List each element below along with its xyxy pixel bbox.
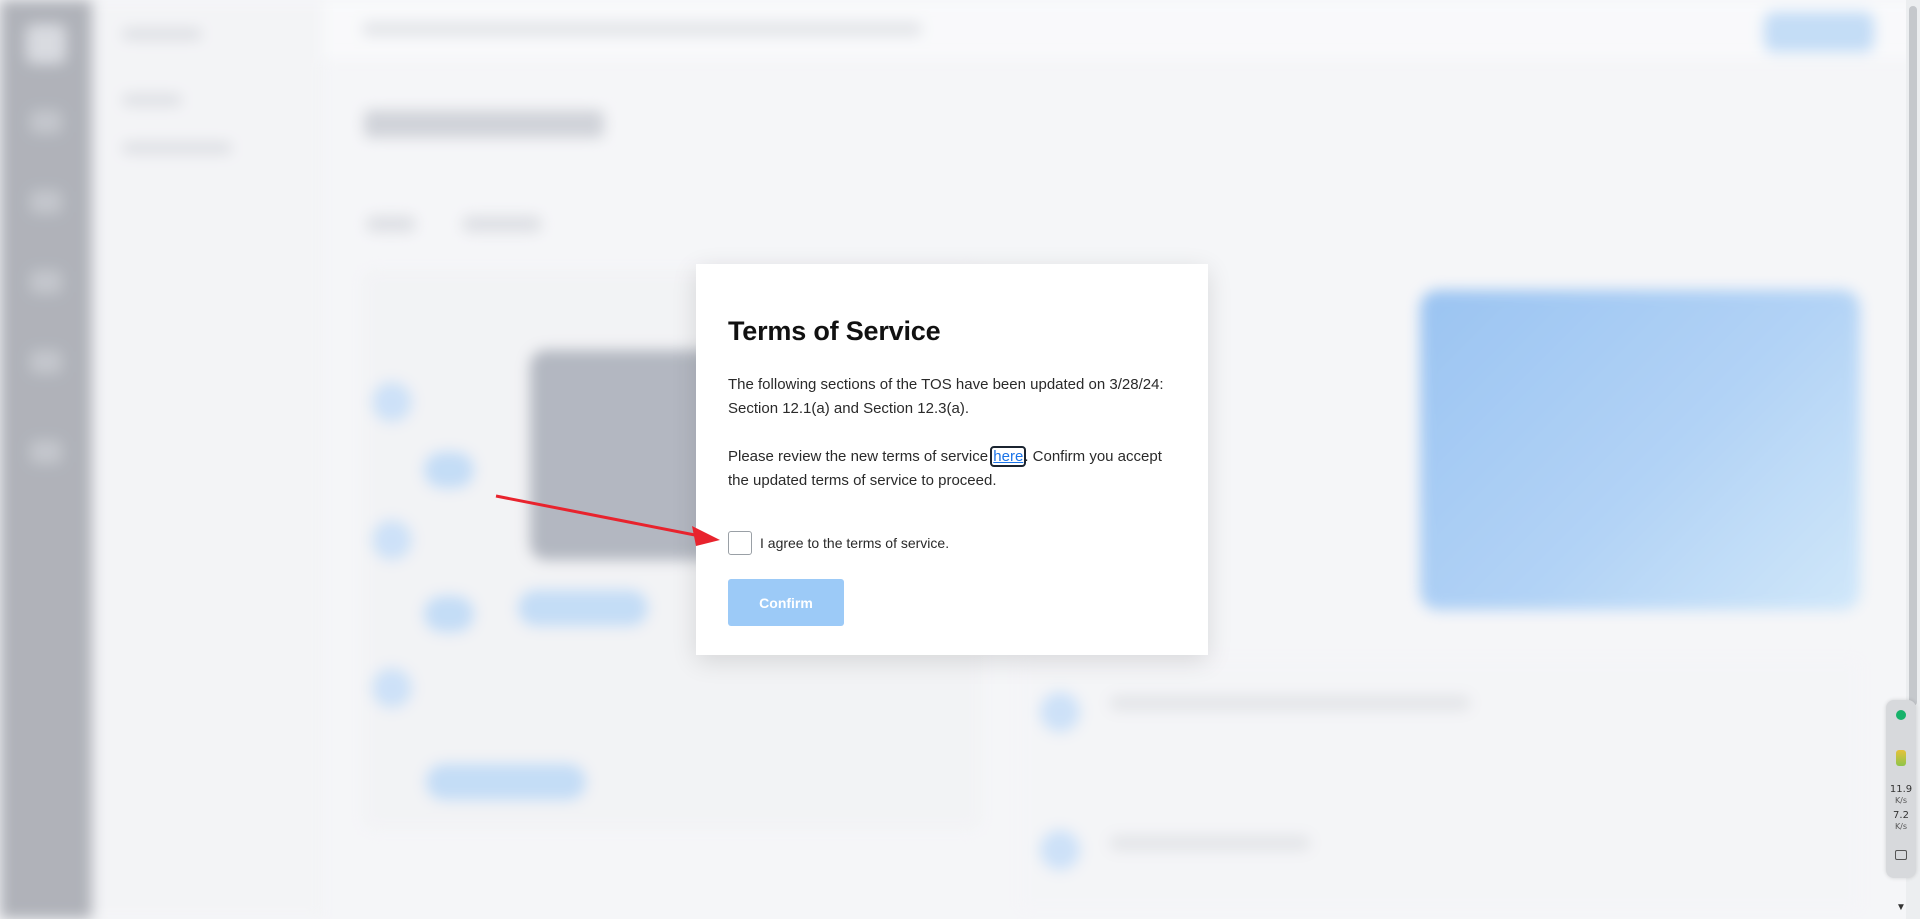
tos-update-notice: The following sections of the TOS have b… <box>728 376 1164 417</box>
agree-row: I agree to the terms of service. <box>728 531 1176 555</box>
scrollbar-thumb[interactable] <box>1909 6 1917 706</box>
terms-of-service-modal: Terms of Service The following sections … <box>696 264 1208 655</box>
camera-icon[interactable] <box>1895 850 1907 860</box>
agree-checkbox[interactable] <box>728 531 752 555</box>
agree-label: I agree to the terms of service. <box>760 535 950 551</box>
upload-unit: K/s <box>1894 796 1908 805</box>
modal-title: Terms of Service <box>728 316 941 346</box>
upload-speed: 11.9 <box>1889 784 1913 795</box>
download-speed: 7.2 <box>1893 810 1909 821</box>
system-monitor-widget: 11.9 K/s 7.2 K/s <box>1886 700 1916 878</box>
battery-icon <box>1896 750 1906 766</box>
download-unit: K/s <box>1894 822 1908 831</box>
review-text-before: Please review the new terms of service <box>728 448 993 465</box>
confirm-button[interactable]: Confirm <box>728 579 844 626</box>
tos-review-instructions: Please review the new terms of service h… <box>728 445 1176 493</box>
status-dot-icon <box>1896 710 1906 720</box>
scroll-down-arrow-icon[interactable]: ▼ <box>1896 902 1906 913</box>
tos-here-link[interactable]: here <box>990 446 1027 467</box>
